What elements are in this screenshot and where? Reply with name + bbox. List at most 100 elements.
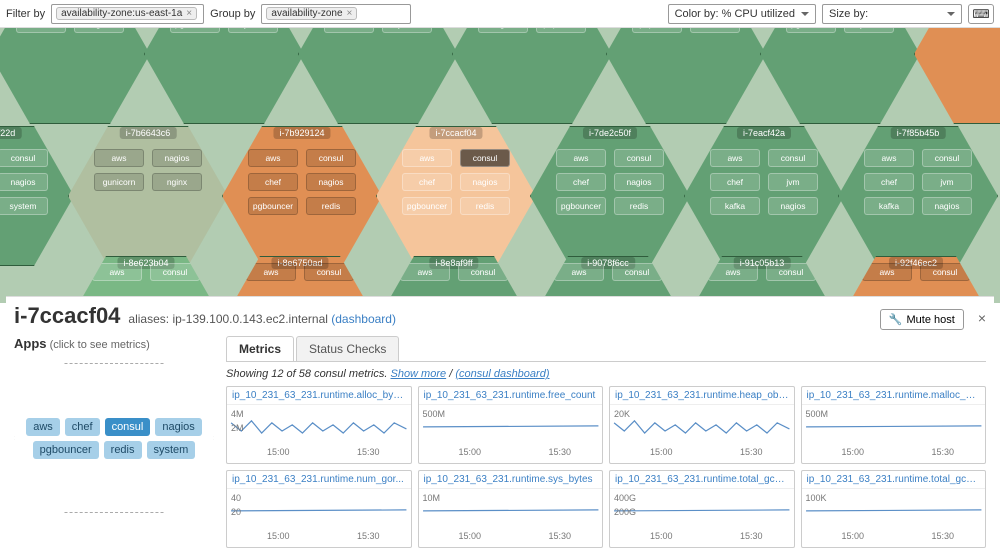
host-tag-nagios[interactable]: nagios bbox=[152, 149, 202, 167]
host-hex-i-7eacf42a[interactable]: i-7eacf42aawsconsulchefjvmkafkanagios bbox=[684, 126, 844, 266]
keyboard-icon[interactable]: ⌨ bbox=[968, 4, 994, 24]
host-map[interactable]: chefjvmkafkanagioschefnagiospgbouncersys… bbox=[0, 28, 1000, 303]
host-tag-redis[interactable]: redis bbox=[614, 197, 664, 215]
dashboard-link[interactable]: (dashboard) bbox=[331, 312, 396, 326]
host-tag-nagios[interactable]: nagios bbox=[614, 173, 664, 191]
host-hex-i-7ccacf04[interactable]: i-7ccacf04awsconsulchefnagiospgbouncerre… bbox=[376, 126, 536, 266]
group-by-input[interactable]: availability-zone × bbox=[261, 4, 411, 24]
host-tag-aws[interactable]: aws bbox=[246, 263, 296, 281]
host-hex[interactable]: chefpgbouncer bbox=[914, 28, 1000, 124]
host-tag-consul[interactable]: consul bbox=[304, 263, 354, 281]
host-tag-pgbouncer[interactable]: pgbouncer bbox=[556, 197, 606, 215]
host-tag-nagios[interactable]: nagios bbox=[460, 173, 510, 191]
host-tag-consul[interactable]: consul bbox=[768, 149, 818, 167]
host-tag-pgbouncer[interactable]: pgbouncer bbox=[402, 197, 452, 215]
host-tag-redis[interactable]: redis bbox=[324, 28, 374, 33]
close-icon[interactable]: × bbox=[186, 8, 192, 19]
metric-chart[interactable]: ip_10_231_63_231.runtime.alloc_bytes4M2M… bbox=[226, 386, 412, 464]
app-tag-system[interactable]: system bbox=[147, 441, 196, 459]
app-tag-pgbouncer[interactable]: pgbouncer bbox=[33, 441, 99, 459]
host-tag-consul[interactable]: consul bbox=[150, 263, 200, 281]
host-tag-system[interactable]: system bbox=[382, 28, 432, 33]
metric-chart[interactable]: ip_10_231_63_231.runtime.total_gc_p...40… bbox=[609, 470, 795, 548]
host-tag-aws[interactable]: aws bbox=[708, 263, 758, 281]
host-tag-chef[interactable]: chef bbox=[248, 173, 298, 191]
host-tag-redis[interactable]: redis bbox=[460, 197, 510, 215]
host-tag-pgbouncer[interactable]: pgbouncer bbox=[248, 197, 298, 215]
mute-host-button[interactable]: 🔧 Mute host bbox=[880, 309, 964, 330]
metric-chart[interactable]: ip_10_231_63_231.runtime.sys_bytes10M15:… bbox=[418, 470, 604, 548]
close-icon[interactable]: × bbox=[978, 310, 986, 326]
host-tag-consul[interactable]: consul bbox=[612, 263, 662, 281]
host-tag-system[interactable]: system bbox=[228, 28, 278, 33]
host-tag-system[interactable]: system bbox=[844, 28, 894, 33]
host-hex[interactable]: chefnagiospgbouncersystem bbox=[144, 28, 304, 124]
app-tag-aws[interactable]: aws bbox=[26, 418, 60, 436]
host-tag-redis[interactable]: redis bbox=[690, 28, 740, 33]
host-tag-aws[interactable]: aws bbox=[864, 149, 914, 167]
host-tag-nginx[interactable]: nginx bbox=[152, 173, 202, 191]
host-tag-aws[interactable]: aws bbox=[402, 149, 452, 167]
host-tag-nagios[interactable]: nagios bbox=[768, 197, 818, 215]
host-tag-aws[interactable]: aws bbox=[554, 263, 604, 281]
host-tag-aws[interactable]: aws bbox=[710, 149, 760, 167]
host-tag-chef[interactable]: chef bbox=[402, 173, 452, 191]
host-tag-nagios[interactable]: nagios bbox=[478, 28, 528, 33]
host-tag-consul[interactable]: consul bbox=[614, 149, 664, 167]
host-tag-kafka[interactable]: kafka bbox=[710, 197, 760, 215]
metric-chart[interactable]: ip_10_231_63_231.runtime.heap_obj...20K1… bbox=[609, 386, 795, 464]
host-hex[interactable]: consuljvmnagiospapertrail bbox=[452, 28, 612, 124]
host-tag-consul[interactable]: consul bbox=[920, 263, 970, 281]
host-tag-pgbouncer[interactable]: pgbouncer bbox=[170, 28, 220, 33]
group-pill[interactable]: availability-zone × bbox=[266, 7, 357, 20]
host-tag-consul[interactable]: consul bbox=[458, 263, 508, 281]
host-tag-nagios[interactable]: nagios bbox=[74, 28, 124, 33]
show-more-link[interactable]: Show more bbox=[390, 368, 446, 380]
host-tag-papertrail[interactable]: papertrail bbox=[632, 28, 682, 33]
filter-pill[interactable]: availability-zone:us-east-1a × bbox=[56, 7, 197, 20]
app-tag-chef[interactable]: chef bbox=[65, 418, 100, 436]
metric-chart[interactable]: ip_10_231_63_231.runtime.total_gc_r...10… bbox=[801, 470, 987, 548]
host-hex-i-7b929124[interactable]: i-7b929124awsconsulchefnagiospgbouncerre… bbox=[222, 126, 382, 266]
host-tag-jvm[interactable]: jvm bbox=[768, 173, 818, 191]
host-hex-i-7f85b45b[interactable]: i-7f85b45bawsconsulchefjvmkafkanagios bbox=[838, 126, 998, 266]
host-tag-nagios[interactable]: nagios bbox=[306, 173, 356, 191]
host-hex[interactable]: chefnagiospapertrailredis bbox=[606, 28, 766, 124]
filter-by-input[interactable]: availability-zone:us-east-1a × bbox=[51, 4, 204, 24]
app-tag-consul[interactable]: consul bbox=[105, 418, 151, 436]
host-tag-aws[interactable]: aws bbox=[862, 263, 912, 281]
host-hex[interactable]: chefjvmkafkanagios bbox=[0, 28, 150, 124]
host-tag-consul[interactable]: consul bbox=[0, 149, 48, 167]
close-icon[interactable]: × bbox=[347, 8, 353, 19]
tab-status-checks[interactable]: Status Checks bbox=[296, 336, 399, 361]
host-tag-aws[interactable]: aws bbox=[400, 263, 450, 281]
host-tag-aws[interactable]: aws bbox=[248, 149, 298, 167]
metric-chart[interactable]: ip_10_231_63_231.runtime.free_count500M1… bbox=[418, 386, 604, 464]
consul-dashboard-link[interactable]: (consul dashboard) bbox=[455, 368, 549, 380]
host-hex-i-7a8bf22d[interactable]: i-7a8bf22dawsconsulchefnagiospapertrails… bbox=[0, 126, 74, 266]
app-tag-redis[interactable]: redis bbox=[104, 441, 142, 459]
host-tag-aws[interactable]: aws bbox=[556, 149, 606, 167]
host-tag-papertrail[interactable]: papertrail bbox=[536, 28, 586, 33]
host-tag-kafka[interactable]: kafka bbox=[864, 197, 914, 215]
host-tag-chef[interactable]: chef bbox=[556, 173, 606, 191]
host-hex-i-7de2c50f[interactable]: i-7de2c50fawsconsulchefnagiospgbouncerre… bbox=[530, 126, 690, 266]
host-tag-system[interactable]: system bbox=[0, 197, 48, 215]
host-tag-consul[interactable]: consul bbox=[922, 149, 972, 167]
host-tag-nagios[interactable]: nagios bbox=[0, 173, 48, 191]
metric-chart[interactable]: ip_10_231_63_231.runtime.malloc_co...500… bbox=[801, 386, 987, 464]
color-by-select[interactable]: Color by: % CPU utilized bbox=[668, 4, 816, 24]
host-hex-i-7b6643c6[interactable]: i-7b6643c6awsnagiosgunicornnginx bbox=[68, 126, 228, 266]
host-tag-consul[interactable]: consul bbox=[460, 149, 510, 167]
app-tag-nagios[interactable]: nagios bbox=[155, 418, 201, 436]
host-hex[interactable]: chefnagiospgbouncersystem bbox=[760, 28, 920, 124]
host-tag-jvm[interactable]: jvm bbox=[922, 173, 972, 191]
host-tag-gunicorn[interactable]: gunicorn bbox=[94, 173, 144, 191]
host-tag-chef[interactable]: chef bbox=[710, 173, 760, 191]
host-tag-consul[interactable]: consul bbox=[306, 149, 356, 167]
host-tag-aws[interactable]: aws bbox=[94, 149, 144, 167]
host-tag-nagios[interactable]: nagios bbox=[922, 197, 972, 215]
tab-metrics[interactable]: Metrics bbox=[226, 336, 294, 361]
host-tag-kafka[interactable]: kafka bbox=[16, 28, 66, 33]
host-tag-redis[interactable]: redis bbox=[306, 197, 356, 215]
